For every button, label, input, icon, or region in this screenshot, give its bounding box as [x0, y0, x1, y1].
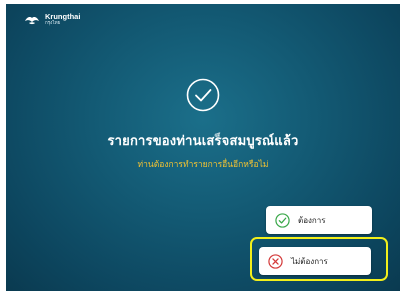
check-circle-icon	[186, 78, 220, 112]
brand-name: Krungthai	[45, 12, 81, 21]
no-button[interactable]: ไม่ต้องการ	[259, 247, 371, 275]
another-transaction-question: ท่านต้องการทำรายการอื่นอีกหรือไม่	[137, 160, 269, 170]
yes-button-label: ต้องการ	[298, 215, 326, 225]
logo-text: Krungthai กรุงไทย	[45, 13, 80, 26]
x-circle-icon	[268, 253, 283, 269]
yes-button[interactable]: ต้องการ	[266, 206, 372, 234]
krungthai-logo: Krungthai กรุงไทย	[24, 13, 80, 26]
no-button-label: ไม่ต้องการ	[291, 256, 328, 266]
check-circle-icon	[275, 212, 290, 228]
krungthai-bird-logo-icon	[25, 16, 39, 24]
completion-title: รายการของท่านเสร็จสมบูรณ์แล้ว	[107, 134, 299, 149]
atm-screen: Krungthai กรุงไทย รายการของท่านเสร็จสมบู…	[6, 4, 400, 291]
brand-subname: กรุงไทย	[45, 20, 61, 26]
